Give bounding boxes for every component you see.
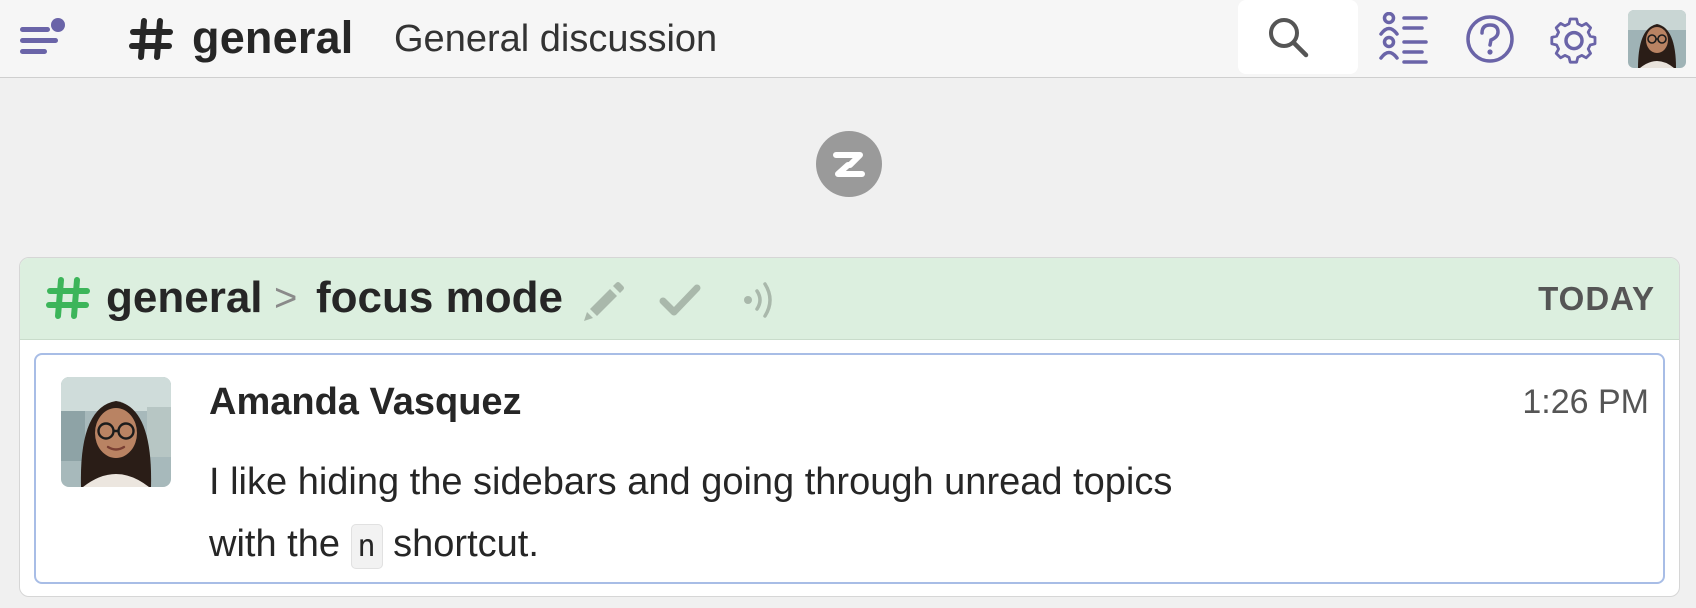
keyboard-shortcut-key: n [350,524,383,569]
channel-name[interactable]: general [192,12,353,64]
sender-avatar[interactable] [61,377,171,487]
top-navbar: general General discussion [0,0,1696,78]
resolve-topic-check-icon[interactable] [658,278,702,322]
message-recipient-block: general > focus mode TODAY Amanda Vasque… [19,257,1680,597]
recipient-header[interactable]: general > focus mode TODAY [20,258,1679,340]
topic-separator-chevron-icon: > [274,276,298,320]
recipient-stream-name[interactable]: general [106,272,263,324]
user-avatar[interactable] [1628,10,1686,68]
edit-topic-pencil-icon[interactable] [582,278,626,322]
gear-icon[interactable] [1546,12,1602,66]
message-timestamp[interactable]: 1:26 PM [1522,381,1649,423]
topic-visibility-icon[interactable] [740,278,784,322]
stream-hash-icon[interactable] [46,276,90,320]
message-sender-name[interactable]: Amanda Vasquez [209,379,522,425]
zulip-logo[interactable] [816,131,882,197]
recipient-topic-name[interactable]: focus mode [316,272,563,324]
help-icon[interactable] [1462,12,1518,66]
message-text-line-2-end: shortcut. [393,523,539,565]
channel-hash-icon [128,16,174,62]
message-content: I like hiding the sidebars and going thr… [209,451,1509,578]
message-text-line-1: I like hiding the sidebars and going thr… [209,461,1173,503]
message-text-line-2-start: with the [209,523,340,565]
user-list-icon[interactable] [1378,11,1434,66]
search-icon [1269,18,1309,58]
main-menu-icon[interactable] [18,14,68,64]
message-row[interactable]: Amanda Vasquez 1:26 PM I like hiding the… [34,353,1665,584]
recipient-date: TODAY [1538,280,1655,317]
channel-description: General discussion [394,18,718,60]
search-button[interactable] [1238,0,1358,74]
